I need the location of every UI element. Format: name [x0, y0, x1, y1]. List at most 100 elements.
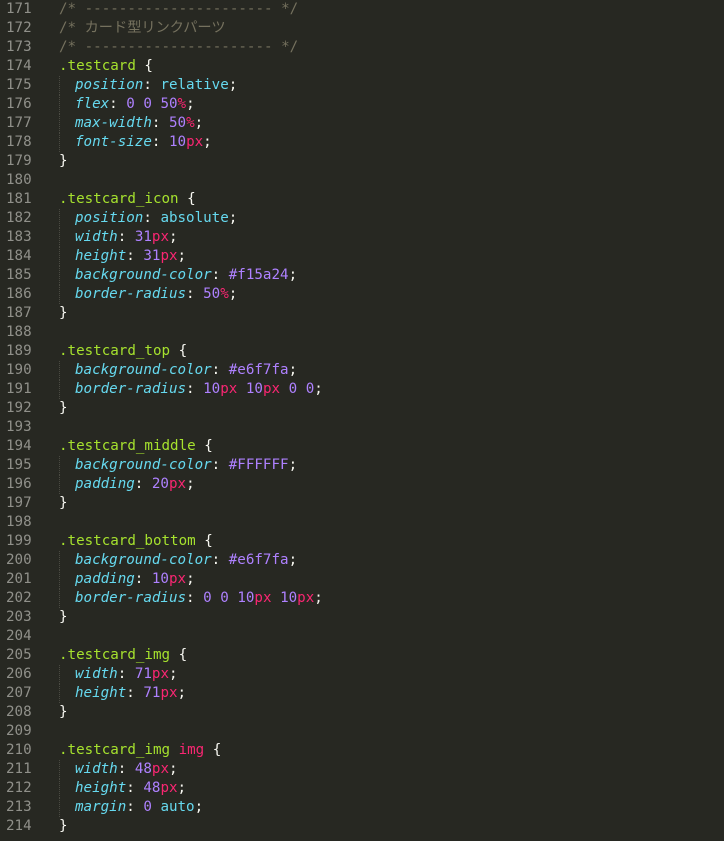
line-number: 193 [6, 419, 32, 435]
line-number: 185 [6, 267, 32, 283]
code-line[interactable]: 191 border-radius: 10px 10px 0 0; [0, 380, 724, 399]
token-sel: .testcard_bottom [59, 533, 196, 549]
code-line[interactable]: 205 .testcard_img { [0, 646, 724, 665]
token-punct [170, 742, 179, 758]
code-line[interactable]: 187} [0, 304, 724, 323]
code-text: .testcard_top { [59, 342, 187, 361]
code-line[interactable]: 210 .testcard_img img { [0, 741, 724, 760]
line-number: 213 [6, 799, 32, 815]
line-number: 175 [6, 77, 32, 93]
code-line[interactable]: 179} [0, 152, 724, 171]
token-unit: px [160, 780, 178, 796]
code-line[interactable]: 212 height: 48px; [0, 779, 724, 798]
code-line[interactable]: 180 [0, 171, 724, 190]
code-line[interactable]: 204 [0, 627, 724, 646]
line-number: 186 [6, 286, 32, 302]
code-line[interactable]: 209 [0, 722, 724, 741]
code-line[interactable]: 196 padding: 20px; [0, 475, 724, 494]
code-line[interactable]: 203} [0, 608, 724, 627]
token-prop: padding [75, 476, 135, 492]
line-number: 194 [6, 438, 32, 454]
token-punct: : [211, 552, 229, 568]
code-line[interactable]: 190 background-color: #e6f7fa; [0, 361, 724, 380]
token-prop: background-color [75, 552, 212, 568]
code-line[interactable]: 184 height: 31px; [0, 247, 724, 266]
code-text: height: 48px; [75, 779, 186, 798]
token-punct: } [59, 495, 68, 511]
code-line[interactable]: 206 width: 71px; [0, 665, 724, 684]
token-punct: ; [314, 381, 323, 397]
token-punct: { [195, 438, 213, 454]
token-unit: px [220, 381, 238, 397]
code-line[interactable]: 172 /* カード型リンクパーツ [0, 19, 724, 38]
token-comment: /* ---------------------- */ [59, 1, 299, 17]
token-num: 50 [160, 96, 178, 112]
code-line[interactable]: 174 .testcard { [0, 57, 724, 76]
token-punct: } [59, 305, 68, 321]
code-line[interactable]: 186 border-radius: 50%; [0, 285, 724, 304]
code-line[interactable]: 200 background-color: #e6f7fa; [0, 551, 724, 570]
line-number: 196 [6, 476, 32, 492]
token-num: 71 [134, 666, 152, 682]
code-line[interactable]: 177 max-width: 50%; [0, 114, 724, 133]
code-text: } [59, 817, 68, 836]
code-line[interactable]: 199 .testcard_bottom { [0, 532, 724, 551]
token-num: #e6f7fa [228, 362, 289, 378]
token-prop: background-color [75, 362, 212, 378]
code-line[interactable]: 208} [0, 703, 724, 722]
token-prop: margin [75, 799, 127, 815]
code-line[interactable]: 176 flex: 0 0 50%; [0, 95, 724, 114]
token-unit: px [262, 381, 281, 397]
token-unit: px [186, 134, 204, 150]
code-line[interactable]: 197} [0, 494, 724, 513]
code-line[interactable]: 189 .testcard_top { [0, 342, 724, 361]
code-line[interactable]: 175 position: relative; [0, 76, 724, 95]
token-punct [272, 590, 281, 606]
code-line[interactable]: 193 [0, 418, 724, 437]
token-punct: ; [177, 248, 187, 264]
code-line[interactable]: 171 /* ---------------------- */ [0, 0, 724, 19]
line-number: 211 [6, 761, 32, 777]
code-line[interactable]: 183 width: 31px; [0, 228, 724, 247]
token-prop: border-radius [75, 286, 187, 302]
code-line[interactable]: 194 .testcard_middle { [0, 437, 724, 456]
line-number: 179 [6, 153, 32, 169]
code-line[interactable]: 195 background-color: #FFFFFF; [0, 456, 724, 475]
code-line[interactable]: 214} [0, 817, 724, 836]
code-line[interactable]: 198 [0, 513, 724, 532]
indent-guide [59, 361, 61, 380]
token-prop: position [75, 77, 144, 93]
token-punct: ; [177, 780, 187, 796]
token-punct: : [151, 134, 169, 150]
token-prop: width [75, 761, 118, 777]
line-number: 200 [6, 552, 32, 568]
code-line[interactable]: 202 border-radius: 0 0 10px 10px; [0, 589, 724, 608]
code-line[interactable]: 173 /* ---------------------- */ [0, 38, 724, 57]
token-sel: .testcard_top [59, 343, 171, 359]
token-num: 10 [168, 134, 187, 150]
code-line[interactable]: 182 position: absolute; [0, 209, 724, 228]
token-tag: img [178, 742, 205, 758]
line-number: 207 [6, 685, 32, 701]
code-line[interactable]: 192} [0, 399, 724, 418]
indent-guide [59, 589, 61, 608]
token-punct: : [117, 761, 135, 777]
token-punct: : [211, 362, 229, 378]
token-punct: : [126, 685, 144, 701]
line-number: 203 [6, 609, 32, 625]
token-punct: ; [288, 362, 298, 378]
code-line[interactable]: 211 width: 48px; [0, 760, 724, 779]
code-line[interactable]: 188 [0, 323, 724, 342]
code-text: width: 71px; [75, 665, 178, 684]
indent-guide [59, 209, 61, 228]
code-editor[interactable]: 171 /* ---------------------- */ 172 /* カード… [0, 0, 724, 841]
code-line[interactable]: 185 background-color: #f15a24; [0, 266, 724, 285]
token-prop: width [75, 666, 118, 682]
token-punct: { [204, 742, 222, 758]
code-line[interactable]: 207 height: 71px; [0, 684, 724, 703]
code-line[interactable]: 178 font-size: 10px; [0, 133, 724, 152]
code-line[interactable]: 201 padding: 10px; [0, 570, 724, 589]
code-line[interactable]: 213 margin: 0 auto; [0, 798, 724, 817]
code-line[interactable]: 181 .testcard_icon { [0, 190, 724, 209]
code-text: /* ---------------------- */ [59, 0, 298, 19]
